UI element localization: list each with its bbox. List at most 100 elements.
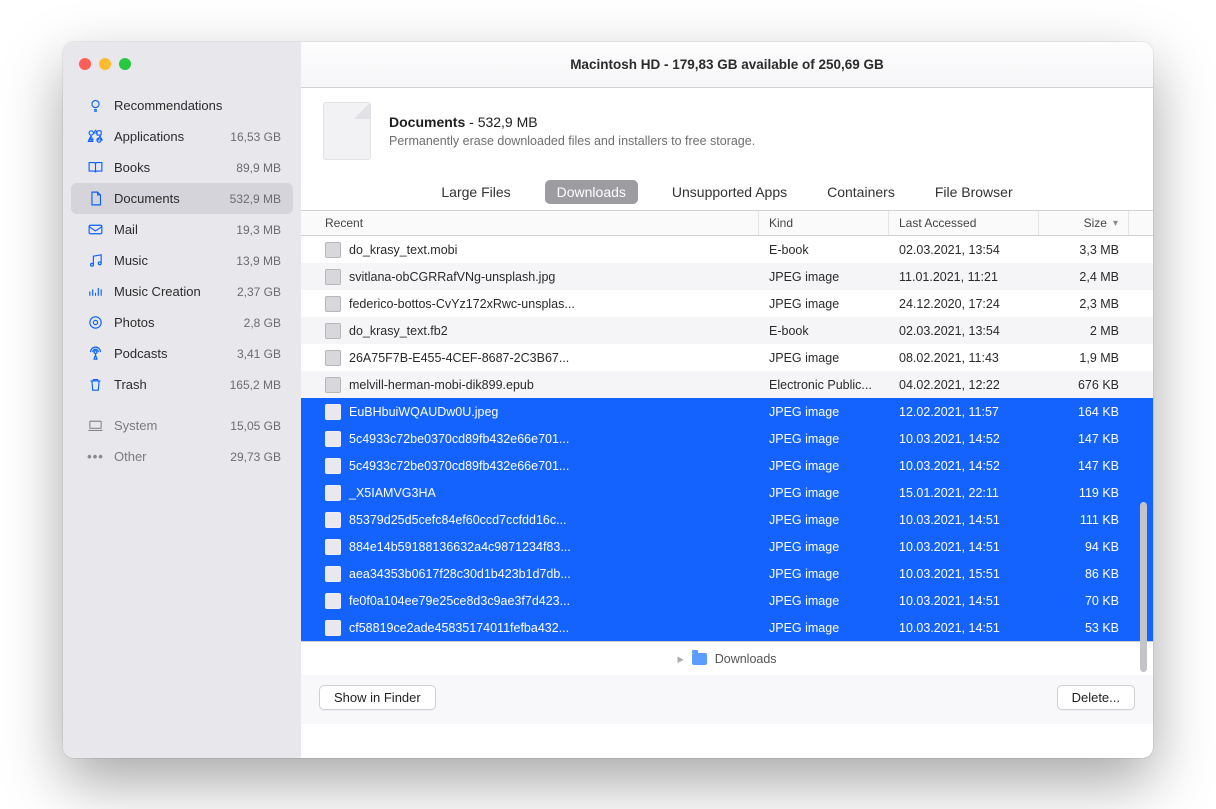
file-kind: JPEG image <box>759 486 889 500</box>
sidebar-item-size: 532,9 MB <box>230 192 281 206</box>
path-bar: ▸ Downloads <box>301 641 1153 675</box>
sidebar-item-music-creation[interactable]: Music Creation2,37 GB <box>71 276 293 307</box>
sidebar-item-other: •••Other29,73 GB <box>71 441 293 472</box>
file-last-accessed: 08.02.2021, 11:43 <box>889 351 1039 365</box>
category-heading: Documents - 532,9 MB <box>389 114 755 130</box>
sidebar-categories: RecommendationsApplications16,53 GBBooks… <box>63 90 301 400</box>
file-size: 147 KB <box>1039 459 1129 473</box>
table-row[interactable]: 85379d25d5cefc84ef60ccd7ccfdd16c...JPEG … <box>301 506 1153 533</box>
sidebar-item-label: Books <box>114 160 226 175</box>
file-last-accessed: 04.02.2021, 12:22 <box>889 378 1039 392</box>
table-row[interactable]: do_krasy_text.mobiE-book02.03.2021, 13:5… <box>301 236 1153 263</box>
table-row[interactable]: EuBHbuiWQAUDw0U.jpegJPEG image12.02.2021… <box>301 398 1153 425</box>
file-kind: JPEG image <box>759 621 889 635</box>
file-kind: JPEG image <box>759 405 889 419</box>
table-row[interactable]: aea34353b0617f28c30d1b423b1d7db...JPEG i… <box>301 560 1153 587</box>
sidebar-item-recommendations[interactable]: Recommendations <box>71 90 293 121</box>
file-thumbnail-icon <box>325 593 341 609</box>
file-thumbnail-icon <box>325 269 341 285</box>
file-size: 111 KB <box>1039 513 1129 527</box>
column-name[interactable]: Recent <box>301 211 759 235</box>
file-size: 119 KB <box>1039 486 1129 500</box>
chevron-right-icon: ▸ <box>677 651 683 666</box>
table-row[interactable]: do_krasy_text.fb2E-book02.03.2021, 13:54… <box>301 317 1153 344</box>
file-size: 1,9 MB <box>1039 351 1129 365</box>
table-row[interactable]: federico-bottos-CvYz172xRwc-unsplas...JP… <box>301 290 1153 317</box>
zoom-window-button[interactable] <box>119 58 131 70</box>
sidebar-item-mail[interactable]: Mail19,3 MB <box>71 214 293 245</box>
sidebar-item-size: 13,9 MB <box>236 254 281 268</box>
mail-icon <box>87 221 104 238</box>
file-size: 676 KB <box>1039 378 1129 392</box>
apps-icon <box>87 128 104 145</box>
table-row[interactable]: cf58819ce2ade45835174011fefba432...JPEG … <box>301 614 1153 641</box>
file-thumbnail-icon <box>325 242 341 258</box>
table-row[interactable]: svitlana-obCGRRafVNg-unsplash.jpgJPEG im… <box>301 263 1153 290</box>
sidebar-item-size: 15,05 GB <box>230 419 281 433</box>
tab-containers[interactable]: Containers <box>821 180 901 204</box>
file-name: do_krasy_text.mobi <box>349 243 457 257</box>
column-kind[interactable]: Kind <box>759 211 889 235</box>
show-in-finder-button[interactable]: Show in Finder <box>319 685 436 710</box>
delete-button[interactable]: Delete... <box>1057 685 1135 710</box>
book-icon <box>87 159 104 176</box>
file-thumbnail-icon <box>325 539 341 555</box>
scrollbar-thumb[interactable] <box>1140 502 1147 672</box>
category-info: Documents - 532,9 MB Permanently erase d… <box>301 88 1153 174</box>
sidebar-item-documents[interactable]: Documents532,9 MB <box>71 183 293 214</box>
sidebar-item-trash[interactable]: Trash165,2 MB <box>71 369 293 400</box>
doc-icon <box>87 190 104 207</box>
folder-icon <box>692 653 707 665</box>
sidebar-item-label: Podcasts <box>114 346 227 361</box>
file-thumbnail-icon <box>325 404 341 420</box>
file-name: melvill-herman-mobi-dik899.epub <box>349 378 534 392</box>
sidebar-item-podcasts[interactable]: Podcasts3,41 GB <box>71 338 293 369</box>
file-name: do_krasy_text.fb2 <box>349 324 448 338</box>
table-row[interactable]: 884e14b59188136632a4c9871234f83...JPEG i… <box>301 533 1153 560</box>
photos-icon <box>87 314 104 331</box>
tab-unsupported-apps[interactable]: Unsupported Apps <box>666 180 793 204</box>
file-name: 5c4933c72be0370cd89fb432e66e701... <box>349 432 569 446</box>
tab-file-browser[interactable]: File Browser <box>929 180 1019 204</box>
file-thumbnail-icon <box>325 620 341 636</box>
sidebar-item-size: 89,9 MB <box>236 161 281 175</box>
sidebar-item-applications[interactable]: Applications16,53 GB <box>71 121 293 152</box>
main-panel: Macintosh HD - 179,83 GB available of 25… <box>301 42 1153 758</box>
file-size: 94 KB <box>1039 540 1129 554</box>
sidebar-item-size: 29,73 GB <box>230 450 281 464</box>
file-kind: JPEG image <box>759 270 889 284</box>
file-last-accessed: 10.03.2021, 14:51 <box>889 621 1039 635</box>
sidebar-item-label: Recommendations <box>114 98 271 113</box>
table-row[interactable]: 5c4933c72be0370cd89fb432e66e701...JPEG i… <box>301 452 1153 479</box>
garage-icon <box>87 283 104 300</box>
column-last-accessed[interactable]: Last Accessed <box>889 211 1039 235</box>
tab-large-files[interactable]: Large Files <box>435 180 516 204</box>
sidebar-item-label: Applications <box>114 129 220 144</box>
sidebar-item-photos[interactable]: Photos2,8 GB <box>71 307 293 338</box>
sidebar-item-label: Music <box>114 253 226 268</box>
podcast-icon <box>87 345 104 362</box>
path-folder[interactable]: Downloads <box>715 652 777 666</box>
window-controls <box>63 54 301 90</box>
file-size: 53 KB <box>1039 621 1129 635</box>
category-description: Permanently erase downloaded files and i… <box>389 134 755 148</box>
tab-downloads[interactable]: Downloads <box>545 180 638 204</box>
table-row[interactable]: fe0f0a104ee79e25ce8d3c9ae3f7d423...JPEG … <box>301 587 1153 614</box>
sidebar-item-books[interactable]: Books 89,9 MB <box>71 152 293 183</box>
close-window-button[interactable] <box>79 58 91 70</box>
table-row[interactable]: 26A75F7B-E455-4CEF-8687-2C3B67...JPEG im… <box>301 344 1153 371</box>
file-size: 70 KB <box>1039 594 1129 608</box>
file-name: 26A75F7B-E455-4CEF-8687-2C3B67... <box>349 351 569 365</box>
chevron-down-icon: ▾ <box>1113 218 1118 229</box>
bulb-icon <box>87 97 104 114</box>
sidebar-item-music[interactable]: Music 13,9 MB <box>71 245 293 276</box>
column-size[interactable]: Size▾ <box>1039 211 1129 235</box>
file-thumbnail-icon <box>325 431 341 447</box>
file-kind: E-book <box>759 324 889 338</box>
table-row[interactable]: 5c4933c72be0370cd89fb432e66e701...JPEG i… <box>301 425 1153 452</box>
file-list: do_krasy_text.mobiE-book02.03.2021, 13:5… <box>301 236 1153 641</box>
minimize-window-button[interactable] <box>99 58 111 70</box>
file-kind: JPEG image <box>759 594 889 608</box>
table-row[interactable]: melvill-herman-mobi-dik899.epubElectroni… <box>301 371 1153 398</box>
table-row[interactable]: _X5IAMVG3HAJPEG image15.01.2021, 22:1111… <box>301 479 1153 506</box>
